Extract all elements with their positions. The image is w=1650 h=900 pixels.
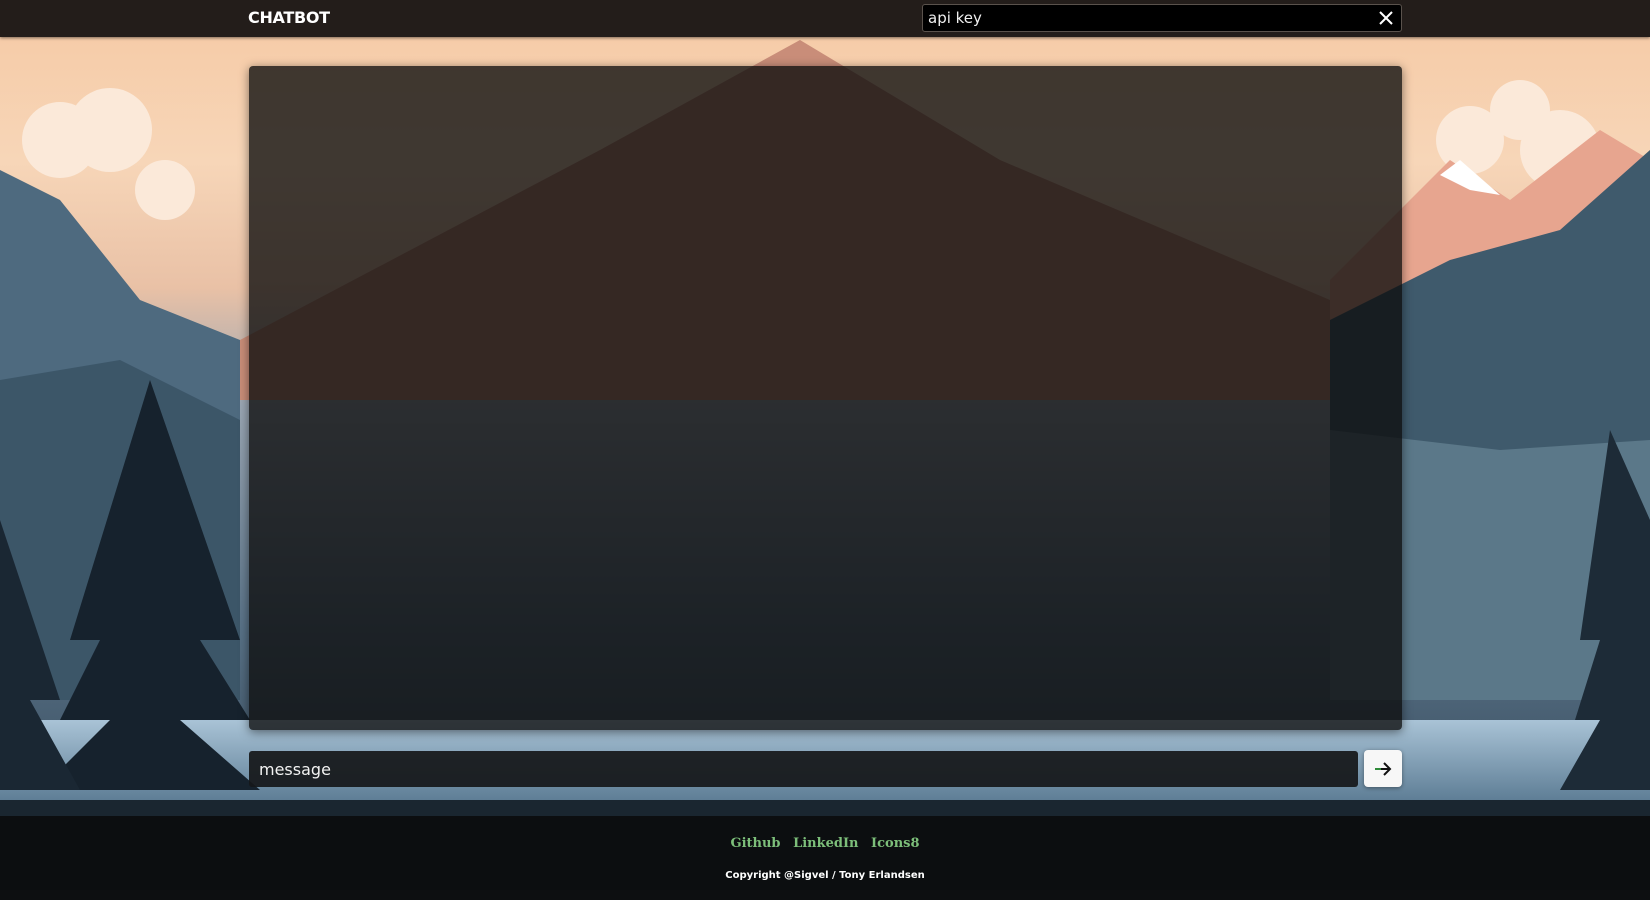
- github-link[interactable]: Github: [730, 836, 780, 851]
- message-input[interactable]: [249, 751, 1358, 787]
- icons8-link[interactable]: Icons8: [871, 836, 919, 851]
- footer: Github LinkedIn Icons8 Copyright @Sigvel…: [0, 816, 1650, 900]
- copyright-text: Copyright @Sigvel / Tony Erlandsen: [725, 870, 925, 881]
- chat-history-panel: [249, 66, 1402, 730]
- close-icon[interactable]: [1376, 8, 1396, 28]
- api-key-input[interactable]: [923, 5, 1363, 31]
- api-key-field[interactable]: [922, 4, 1402, 32]
- linkedin-link[interactable]: LinkedIn: [793, 836, 858, 851]
- arrow-right-icon: [1364, 758, 1402, 780]
- top-bar: CHATBOT: [0, 0, 1650, 37]
- footer-links: Github LinkedIn Icons8: [0, 836, 1650, 851]
- brand-title: CHATBOT: [248, 8, 330, 27]
- send-button[interactable]: [1364, 750, 1402, 787]
